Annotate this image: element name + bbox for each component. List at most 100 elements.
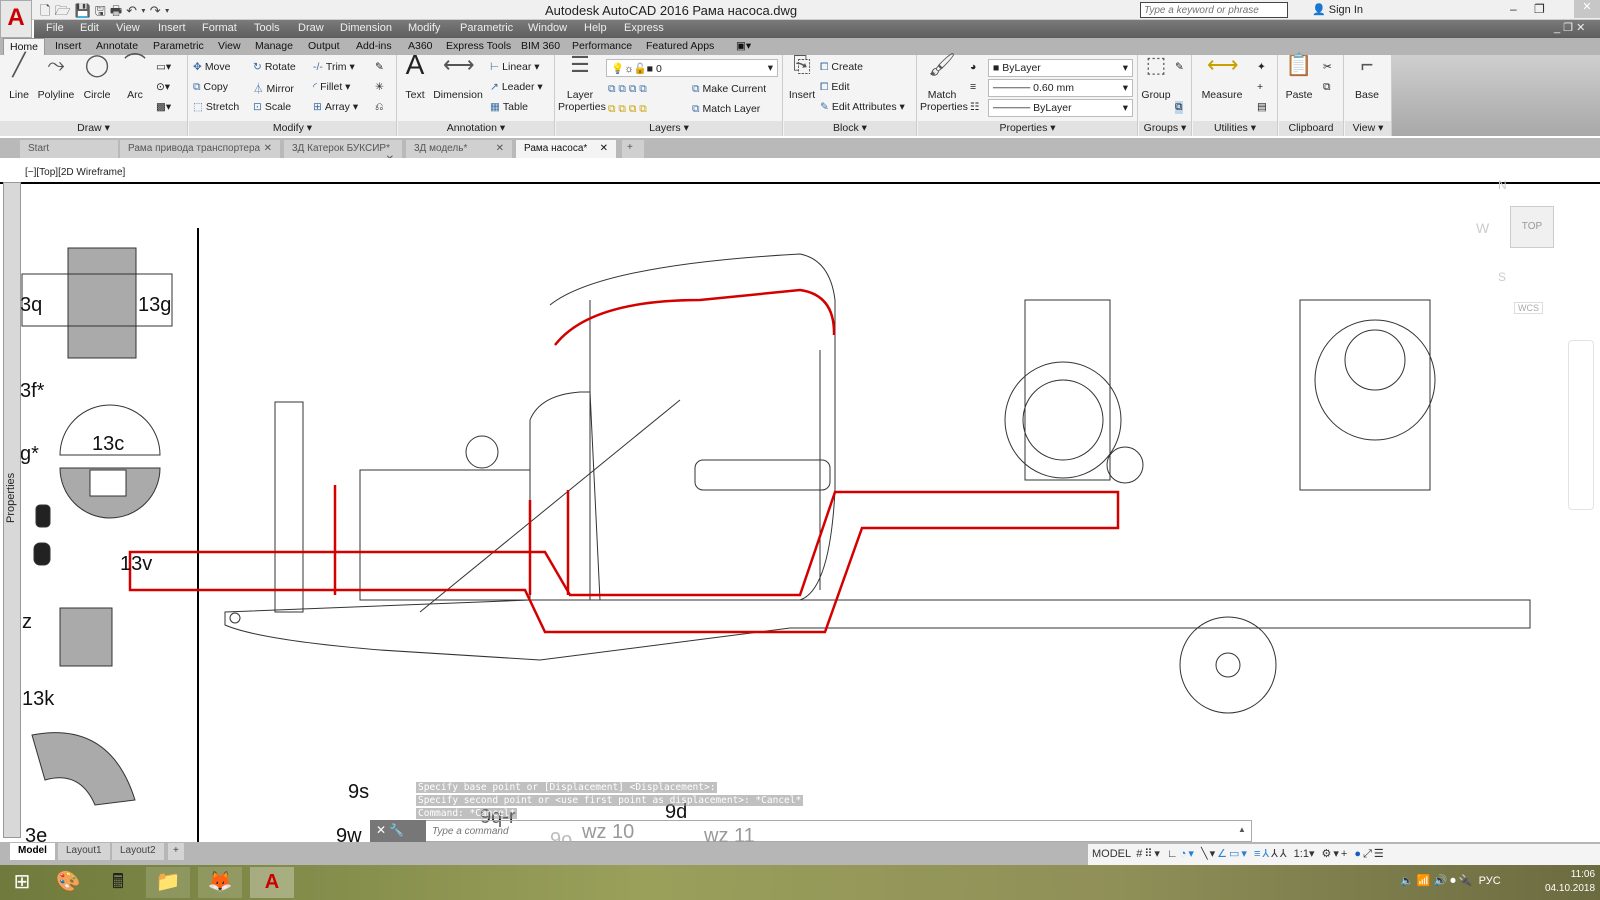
navigation-bar[interactable]: [1568, 340, 1594, 510]
match-layer-button[interactable]: ⧉ Match Layer: [692, 103, 760, 116]
clock[interactable]: 11:06 04.10.2018: [1545, 868, 1595, 896]
viewport-controls-label[interactable]: [−][Top][2D Wireframe]: [25, 167, 125, 178]
properties-palette[interactable]: Properties: [3, 182, 21, 838]
menu-help[interactable]: Help: [584, 22, 607, 34]
polyline-button[interactable]: ⤳ Polyline: [36, 54, 76, 102]
crosshair-icon[interactable]: +: [1341, 848, 1349, 860]
sign-in-button[interactable]: 👤 Sign In: [1312, 3, 1363, 16]
group-edit-icon[interactable]: ✎: [1175, 61, 1184, 73]
customize-menu-icon[interactable]: ☰: [1374, 848, 1386, 860]
menu-view[interactable]: View: [116, 22, 140, 34]
menu-express[interactable]: Express: [624, 22, 664, 34]
doc-tab-start[interactable]: Start: [20, 140, 118, 158]
scale-button[interactable]: ⊡ Scale: [253, 101, 291, 113]
leader-button[interactable]: ↗ Leader ▾: [490, 81, 543, 93]
fullscreen-icon[interactable]: ⤢: [1363, 848, 1374, 860]
tab-featured-apps[interactable]: Featured Apps: [646, 40, 714, 52]
copy-button[interactable]: ⧉ Copy: [193, 81, 228, 94]
tab-layout2[interactable]: Layout2: [112, 843, 164, 860]
menu-draw[interactable]: Draw: [298, 22, 324, 34]
application-menu-button[interactable]: A: [0, 0, 32, 38]
doc-tab[interactable]: 3Д Катерок БУКСИР* ✕: [284, 140, 402, 165]
move-button[interactable]: ✥ Move: [193, 61, 231, 73]
linear-button[interactable]: ⊢ Linear ▾: [490, 61, 540, 73]
polar-icon[interactable]: ◔▾: [1180, 848, 1196, 860]
ellipse-icon[interactable]: ⊙▾: [156, 81, 170, 93]
modify-panel-label[interactable]: Modify ▾: [189, 121, 396, 136]
firefox-taskbar-icon[interactable]: 🦊: [198, 867, 242, 898]
view-panel-label[interactable]: View ▾: [1345, 121, 1391, 136]
annotation-visibility-icon[interactable]: ⅄: [1262, 848, 1271, 860]
tab-bim360[interactable]: BIM 360: [521, 40, 560, 52]
menu-format[interactable]: Format: [202, 22, 237, 34]
tab-performance[interactable]: Performance: [572, 40, 632, 52]
network-icon[interactable]: 📶: [1417, 875, 1431, 887]
system-tray[interactable]: 🔈 📶 🔊 ⏺ 🔌 РУС: [1400, 874, 1501, 888]
wrench-icon[interactable]: 🔧: [389, 823, 404, 837]
layer-tools-row2[interactable]: ⧉ ⧉ ⧉ ⧉: [608, 103, 647, 116]
make-current-button[interactable]: ⧉ Make Current: [692, 83, 766, 96]
trim-button[interactable]: -/- Trim ▾: [313, 61, 355, 73]
close-icon[interactable]: ✕: [376, 823, 386, 837]
calculator-icon[interactable]: ▤: [1257, 101, 1267, 113]
menu-insert[interactable]: Insert: [158, 22, 186, 34]
close-icon[interactable]: ✕: [600, 143, 608, 154]
window-controls[interactable]: – ❐: [1510, 2, 1545, 16]
quick-select-icon[interactable]: ✦: [1257, 61, 1266, 73]
explorer-taskbar-icon[interactable]: 📁: [146, 867, 190, 898]
menu-parametric[interactable]: Parametric: [460, 22, 513, 34]
dimension-button[interactable]: ⟷ Dimension: [432, 54, 484, 102]
layer-properties-button[interactable]: ☰ Layer Properties: [558, 54, 606, 114]
mirror-button[interactable]: ⏃ Mirror: [253, 81, 294, 96]
add-layout-button[interactable]: +: [168, 843, 184, 860]
close-icon[interactable]: ✕: [264, 143, 272, 154]
tab-output[interactable]: Output: [308, 40, 340, 52]
layer-dropdown[interactable]: 💡☼🔓■ 0 ▾: [606, 59, 778, 77]
command-input[interactable]: [432, 822, 1232, 840]
tab-parametric[interactable]: Parametric: [153, 40, 204, 52]
groups-panel-label[interactable]: Groups ▾: [1139, 121, 1191, 136]
match-properties-button[interactable]: 🖌 Match Properties: [920, 54, 968, 114]
annotation-scale[interactable]: 1:1: [1294, 848, 1309, 860]
block-panel-label[interactable]: Block ▾: [784, 121, 916, 136]
edit-attributes-button[interactable]: ✎ Edit Attributes ▾: [820, 101, 905, 113]
line-button[interactable]: ╱ Line: [4, 54, 34, 102]
autocad-taskbar-icon[interactable]: A: [250, 867, 294, 898]
command-history-toggle[interactable]: ▲: [1238, 825, 1246, 834]
color-dropdown[interactable]: ■ ByLayer ▾: [988, 59, 1133, 77]
tab-annotate[interactable]: Annotate: [96, 40, 138, 52]
model-space-button[interactable]: MODEL: [1092, 848, 1131, 860]
drawing-canvas[interactable]: 3q 13g 3f* g* 13c 13v z 13k 3e 9s 9w 9q-…: [0, 158, 1600, 842]
ortho-icon[interactable]: ∟: [1167, 848, 1180, 860]
group-button[interactable]: ⬚ Group: [1141, 54, 1171, 102]
isolate-icon[interactable]: ●: [1354, 848, 1363, 860]
point-icon[interactable]: +: [1257, 81, 1263, 93]
autoscale-icon[interactable]: ⅄⅄: [1271, 848, 1288, 860]
explode-icon[interactable]: ✳: [375, 81, 384, 93]
dynamic-input-icon[interactable]: ∠▭▾: [1217, 848, 1249, 860]
viewcube-north[interactable]: N: [1498, 178, 1507, 192]
annotation-panel-label[interactable]: Annotation ▾: [398, 121, 554, 136]
viewcube[interactable]: N W E S TOP WCS: [1462, 178, 1562, 318]
menu-tools[interactable]: Tools: [254, 22, 280, 34]
help-search-input[interactable]: [1140, 2, 1288, 18]
stretch-button[interactable]: ⬚ Stretch: [193, 101, 239, 113]
tab-express-tools[interactable]: Express Tools: [446, 40, 511, 52]
linetype-dropdown[interactable]: ───── ByLayer ▾: [988, 99, 1133, 117]
edit-block-button[interactable]: ⧠ Edit: [820, 81, 850, 94]
rotate-button[interactable]: ↻ Rotate: [253, 61, 296, 73]
menu-file[interactable]: File: [46, 22, 64, 34]
doc-tab[interactable]: 3Д модель* ✕: [406, 140, 512, 158]
menu-modify[interactable]: Modify: [408, 22, 440, 34]
doc-window-controls[interactable]: _ ❐ ✕: [1554, 21, 1585, 34]
language-indicator[interactable]: РУС: [1479, 875, 1501, 887]
hatch-icon[interactable]: ▩▾: [156, 101, 171, 113]
viewcube-south[interactable]: S: [1498, 270, 1506, 284]
tab-manage[interactable]: Manage: [255, 40, 293, 52]
create-block-button[interactable]: ⧠ Create: [820, 61, 863, 74]
measure-button[interactable]: ⟷ Measure: [1197, 54, 1247, 102]
snap-icon[interactable]: ⠿▾: [1144, 848, 1162, 860]
command-line-buttons[interactable]: ✕ 🔧: [370, 820, 426, 842]
tab-layout1[interactable]: Layout1: [58, 843, 110, 860]
utilities-panel-label[interactable]: Utilities ▾: [1193, 121, 1277, 136]
